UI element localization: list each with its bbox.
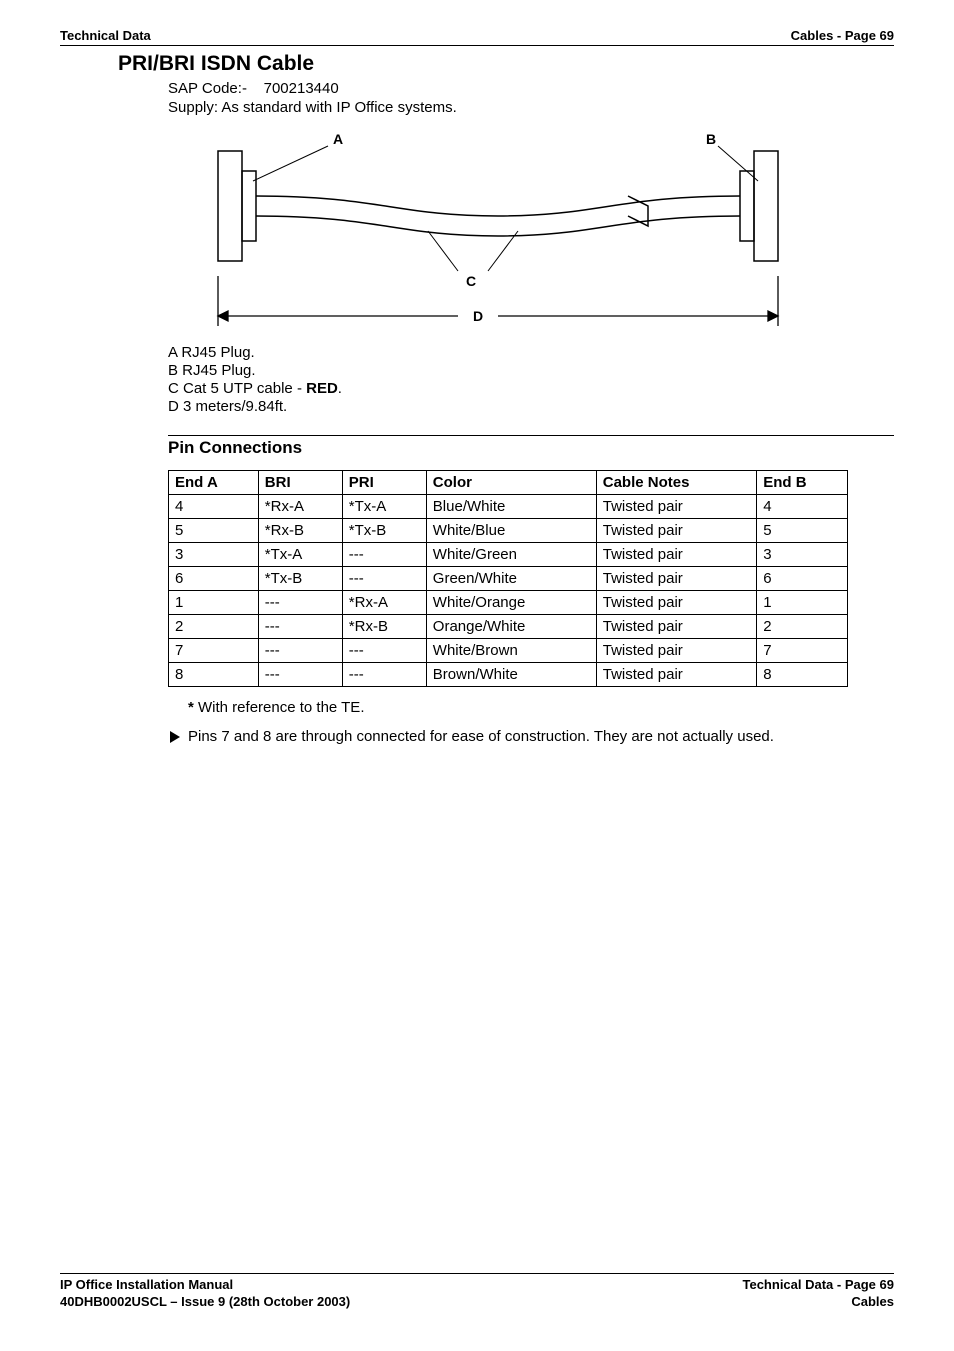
table-row: 6 *Tx-B --- Green/White Twisted pair 6 (169, 567, 848, 591)
sap-code-value: 700213440 (264, 80, 339, 97)
table-header-row: End A BRI PRI Color Cable Notes End B (169, 471, 848, 495)
table-row: 3 *Tx-A --- White/Green Twisted pair 3 (169, 543, 848, 567)
legend-b: B RJ45 Plug. (168, 362, 894, 379)
footer-section-name: Cables (851, 1294, 894, 1309)
diagram-label-c: C (466, 273, 476, 289)
header-right: Cables - Page 69 (791, 28, 894, 43)
pins-7-8-note: Pins 7 and 8 are through connected for e… (168, 728, 894, 745)
th-color: Color (426, 471, 596, 495)
footer-manual-title: IP Office Installation Manual (60, 1277, 233, 1292)
te-reference-footnote: * * With reference to the TE.With refere… (188, 699, 894, 716)
pin-connections-heading: Pin Connections (168, 438, 894, 458)
page-title: PRI/BRI ISDN Cable (118, 52, 894, 76)
table-row: 7 --- --- White/Brown Twisted pair 7 (169, 639, 848, 663)
sap-code-label: SAP Code:- (168, 80, 247, 97)
table-row: 4 *Rx-A *Tx-A Blue/White Twisted pair 4 (169, 495, 848, 519)
table-row: 8 --- --- Brown/White Twisted pair 8 (169, 663, 848, 687)
legend-a: A RJ45 Plug. (168, 344, 894, 361)
th-pri: PRI (342, 471, 426, 495)
diagram-label-b: B (706, 131, 716, 147)
legend-c: C Cat 5 UTP cable - RED. (168, 380, 894, 397)
sap-code-line: SAP Code:- 700213440 (168, 80, 894, 97)
diagram-label-d: D (473, 308, 483, 324)
pins-7-8-text: Pins 7 and 8 are through connected for e… (188, 728, 774, 745)
page-header: Technical Data Cables - Page 69 (60, 28, 894, 46)
supply-line: Supply: As standard with IP Office syste… (168, 99, 894, 116)
pin-connections-table: End A BRI PRI Color Cable Notes End B 4 … (168, 470, 848, 687)
header-left: Technical Data (60, 28, 151, 43)
th-cable-notes: Cable Notes (596, 471, 757, 495)
table-row: 1 --- *Rx-A White/Orange Twisted pair 1 (169, 591, 848, 615)
footer-right: Technical Data - Page 69 Cables (743, 1276, 895, 1311)
cable-diagram: A B C (198, 126, 894, 326)
footer-doc-id: 40DHB0002USCL – Issue 9 (28th October 20… (60, 1294, 350, 1309)
th-end-b: End B (757, 471, 848, 495)
diagram-label-a: A (333, 131, 343, 147)
th-end-a: End A (169, 471, 259, 495)
footer-section-page: Technical Data - Page 69 (743, 1277, 895, 1292)
table-row: 5 *Rx-B *Tx-B White/Blue Twisted pair 5 (169, 519, 848, 543)
legend-d: D 3 meters/9.84ft. (168, 398, 894, 415)
arrow-right-icon (168, 730, 182, 744)
diagram-legend: A RJ45 Plug. B RJ45 Plug. C Cat 5 UTP ca… (168, 344, 894, 415)
table-row: 2 --- *Rx-B Orange/White Twisted pair 2 (169, 615, 848, 639)
footer-left: IP Office Installation Manual 40DHB0002U… (60, 1276, 350, 1311)
section-rule (168, 435, 894, 436)
th-bri: BRI (258, 471, 342, 495)
page-footer: IP Office Installation Manual 40DHB0002U… (60, 1273, 894, 1311)
